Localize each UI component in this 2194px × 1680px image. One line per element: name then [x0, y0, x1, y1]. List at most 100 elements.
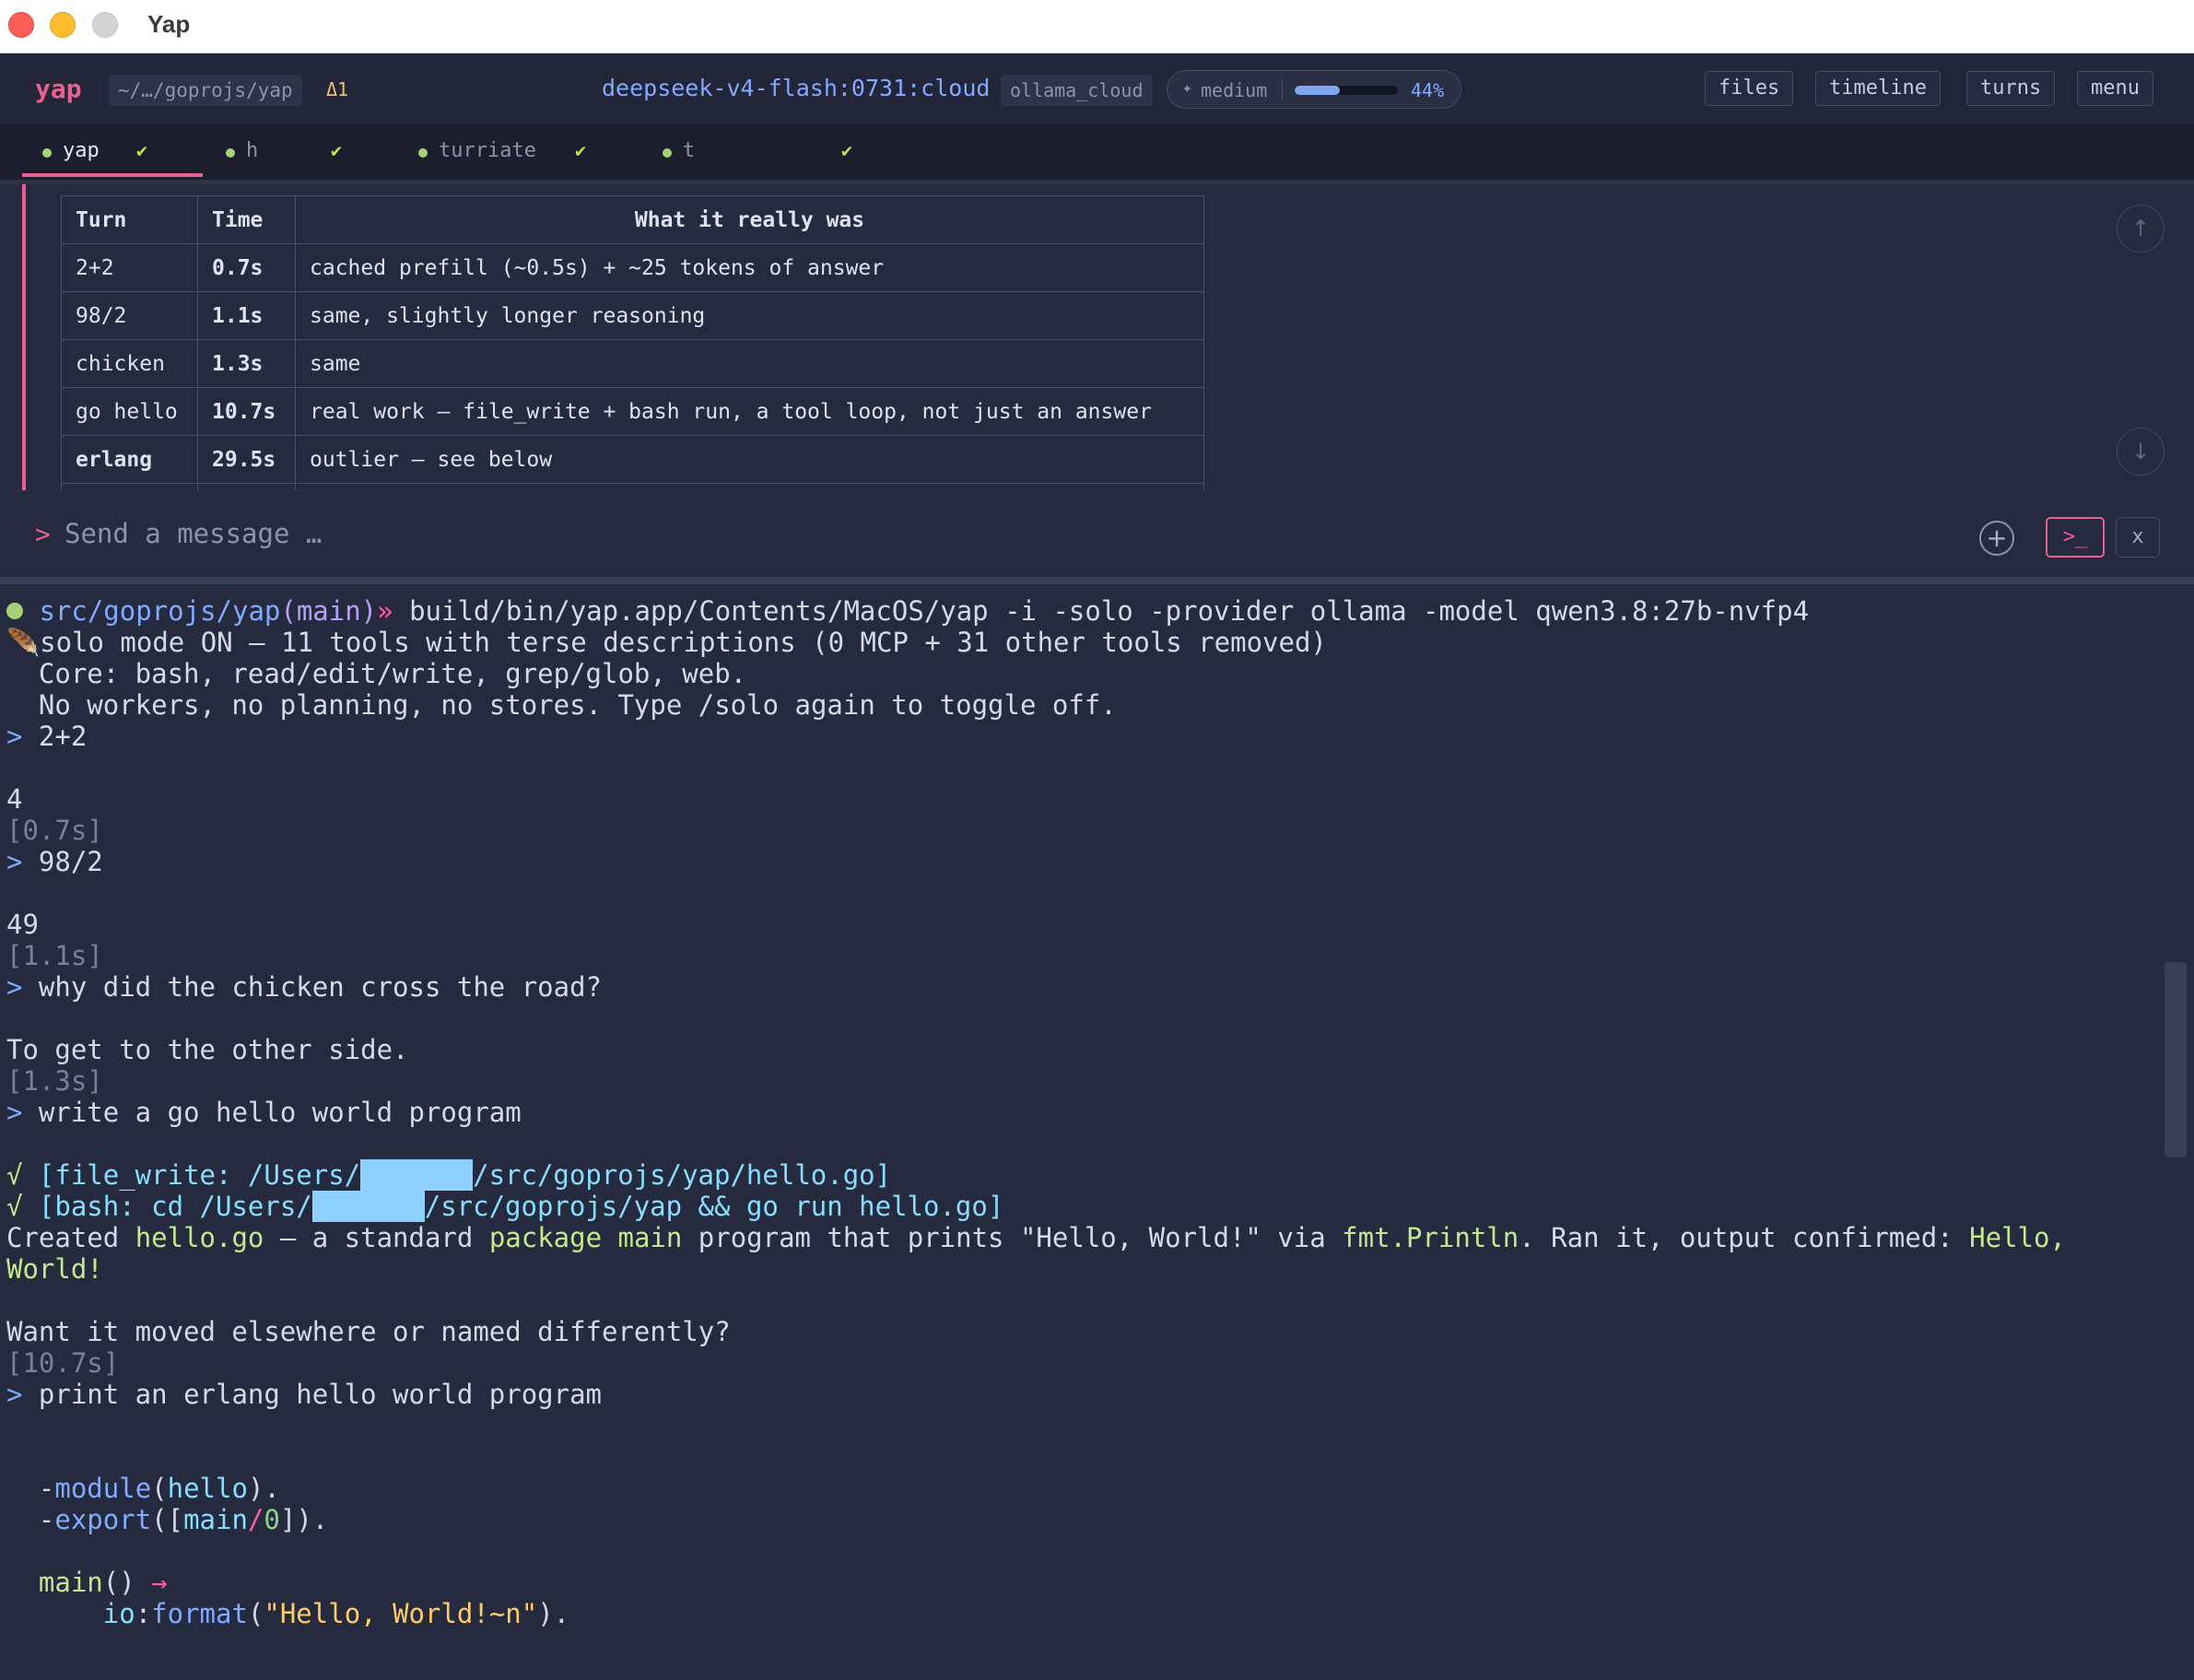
terminal-line: No workers, no planning, no stores. Type…	[6, 689, 1117, 721]
scroll-down-icon[interactable]: ↓	[2117, 428, 2165, 476]
message-composer: > + >_ x	[0, 490, 2194, 581]
table-row: 2+2 0.7s cached prefill (~0.5s) + ~25 to…	[61, 243, 1204, 292]
prompt-marker: >	[6, 971, 23, 1003]
effort-divider	[1282, 80, 1283, 100]
description-cell: same, slightly longer reasoning	[295, 291, 1204, 340]
session-status-dot	[418, 148, 428, 158]
files-button[interactable]: files	[1705, 71, 1794, 106]
timing-line: [1.1s]	[6, 940, 103, 971]
session-tab-t[interactable]: t ✔	[663, 124, 865, 180]
code-span: fmt.Println	[1342, 1222, 1519, 1253]
tool-call-line: √ [file_write: /Users/ /src/goprojs/yap/h…	[6, 1159, 891, 1191]
code-token: main	[6, 1567, 103, 1598]
prompt-arrow: »	[377, 595, 393, 627]
user-query: why did the chicken cross the road?	[22, 971, 603, 1003]
code-token: main	[183, 1504, 248, 1535]
code-token: "Hello, World!~n"	[264, 1598, 538, 1629]
time-cell: 10.7s	[197, 387, 296, 436]
user-query: write a go hello world program	[22, 1097, 522, 1128]
session-tab-yap[interactable]: yap ✔	[42, 124, 171, 180]
code-span: hello.go	[135, 1222, 264, 1253]
terminal-split-handle[interactable]	[0, 577, 2194, 584]
output-text: Created	[6, 1222, 135, 1253]
prompt-marker: >	[6, 721, 23, 752]
project-path-chip: ~/…/goprojs/yap	[109, 75, 302, 106]
close-window-button[interactable]	[8, 12, 34, 38]
description-cell: real work — file_write + bash run, a too…	[295, 387, 1204, 436]
session-tab-label: t	[683, 139, 696, 162]
description-cell: cached prefill (~0.5s) + ~25 tokens of a…	[295, 243, 1204, 292]
delta-badge: Δ1	[326, 78, 349, 100]
column-header-time: Time	[197, 195, 296, 244]
terminal-line: Core: bash, read/edit/write, grep/glob, …	[6, 658, 747, 689]
menu-button[interactable]: menu	[2077, 71, 2153, 106]
prompt-marker: >	[35, 519, 51, 549]
check-icon: √	[6, 1191, 23, 1222]
terminal-pane[interactable]: src/goprojs/yap(main)» build/bin/yap.app…	[0, 584, 2194, 1680]
code-token: io	[102, 1598, 135, 1629]
minimize-window-button[interactable]	[50, 12, 76, 38]
table-row: go hello 10.7s real work — file_write + …	[61, 387, 1204, 436]
turn-cell	[61, 483, 198, 490]
shell-status-dot	[6, 602, 23, 619]
code-token: 0	[264, 1504, 280, 1535]
output-text: program that prints "Hello, World!" via	[682, 1222, 1343, 1253]
check-icon: √	[6, 1159, 23, 1191]
table-row: chicken 1.3s same	[61, 339, 1204, 388]
maximize-window-button[interactable]	[92, 12, 118, 38]
window-title: Yap	[147, 10, 191, 38]
code-span: package main	[488, 1222, 683, 1253]
provider-chip[interactable]: ollama_cloud	[1001, 75, 1153, 106]
tool-call-text: [file_write: /Users/	[22, 1159, 361, 1191]
table-header-row: Turn Time What it really was	[61, 195, 1204, 244]
code-token: format	[151, 1598, 248, 1629]
session-status-dot	[42, 148, 52, 158]
code-line: io:format("Hello, World!~n").	[6, 1598, 569, 1629]
scroll-up-icon[interactable]: ↑	[2117, 205, 2165, 253]
terminal-scrollbar[interactable]	[2165, 962, 2187, 1157]
redacted-username	[360, 1159, 474, 1191]
transcript-panel[interactable]: Turn Time What it really was 2+2 0.7s ca…	[0, 184, 2194, 490]
time-cell: 29.5s	[197, 435, 296, 484]
code-token: -	[6, 1504, 55, 1535]
check-icon: ✔	[136, 139, 148, 161]
code-token: (	[247, 1598, 264, 1629]
session-tab-h[interactable]: h ✔	[226, 124, 355, 180]
prompt-marker: >	[6, 1097, 23, 1128]
output-text: — a standard	[264, 1222, 489, 1253]
terminal-line: Created hello.go — a standard package ma…	[6, 1222, 2066, 1253]
session-tab-turriate[interactable]: turriate ✔	[418, 124, 603, 180]
timing-line: [10.7s]	[6, 1347, 120, 1379]
turn-cell: chicken	[61, 339, 198, 388]
app-brand: yap	[35, 74, 82, 104]
session-tab-label: turriate	[439, 139, 536, 162]
turns-button[interactable]: turns	[1966, 71, 2056, 106]
code-line: -module(hello).	[6, 1473, 280, 1504]
close-terminal-button[interactable]: x	[2116, 517, 2160, 558]
prompt-marker: >	[6, 846, 23, 877]
terminal-line: > why did the chicken cross the road?	[6, 971, 602, 1003]
timeline-button[interactable]: timeline	[1815, 71, 1941, 106]
check-icon: ✔	[575, 139, 587, 161]
terminal-line: src/goprojs/yap(main)» build/bin/yap.app…	[6, 595, 1809, 627]
code-token: hello	[167, 1473, 248, 1504]
terminal-line: Want it moved elsewhere or named differe…	[6, 1316, 731, 1347]
active-tab-indicator	[22, 173, 203, 177]
reasoning-effort-control[interactable]: ✦ medium 44%	[1167, 70, 1461, 109]
code-token: ]).	[279, 1504, 329, 1535]
message-input[interactable]	[65, 513, 1815, 554]
code-token: module	[54, 1473, 152, 1504]
table-row: 98/2 1.1s same, slightly longer reasonin…	[61, 291, 1204, 340]
git-branch-text: (main)	[280, 595, 378, 627]
code-token: →	[151, 1567, 168, 1598]
add-attachment-icon[interactable]: +	[1979, 521, 2014, 556]
session-tab-label: yap	[63, 139, 100, 162]
turn-cell: erlang	[61, 435, 198, 484]
terminal-toggle-button[interactable]: >_	[2046, 517, 2105, 558]
code-span: Hello,	[1969, 1222, 2066, 1253]
model-selector[interactable]: deepseek-v4-flash:0731:cloud	[602, 75, 990, 101]
code-token: -	[6, 1473, 55, 1504]
code-token: ([	[151, 1504, 184, 1535]
context-usage-bar	[1295, 86, 1398, 95]
user-query: print an erlang hello world program	[22, 1379, 603, 1410]
